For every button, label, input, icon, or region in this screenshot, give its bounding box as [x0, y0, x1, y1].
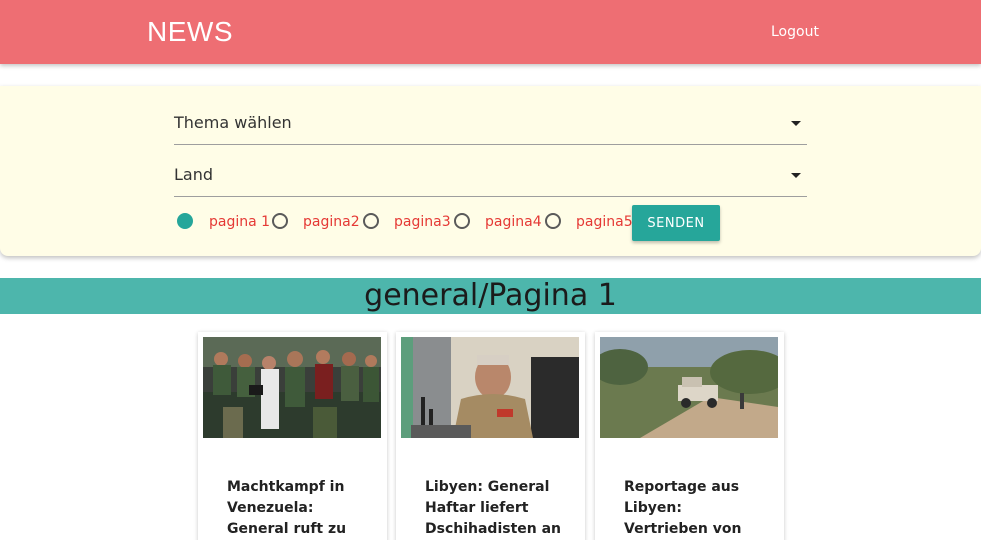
country-select-value: Land [174, 165, 214, 184]
page-radio-4[interactable] [454, 213, 470, 229]
article-image-3[interactable] [600, 337, 778, 438]
country-select[interactable]: Land [174, 157, 807, 197]
article-photo-venezuela [203, 337, 381, 438]
topic-select-value: Thema wählen [174, 113, 292, 132]
section-bar: general/Pagina 1 [0, 278, 981, 314]
page-radio-label-3[interactable]: pagina3 [394, 213, 451, 231]
article-photo-libya-desert [600, 337, 778, 438]
article-card-1[interactable]: Machtkampf in Venezuela: General ruft zu… [198, 332, 387, 540]
article-card-3[interactable]: Reportage aus Libyen: Vertrieben von Gen… [595, 332, 784, 540]
navbar: NEWS Logout [0, 0, 981, 64]
article-title-2[interactable]: Libyen: General Haftar liefert Dschihadi… [425, 477, 565, 540]
page-radio-5[interactable] [545, 213, 561, 229]
page-radio-label-2[interactable]: pagina2 [303, 213, 360, 231]
caret-down-icon [791, 173, 801, 178]
article-image-1[interactable] [203, 337, 381, 438]
page-radio-3[interactable] [363, 213, 379, 229]
section-title: general/Pagina 1 [364, 278, 617, 313]
page-radio-label-5[interactable]: pagina5 [576, 213, 633, 231]
topic-select[interactable]: Thema wählen [174, 105, 807, 145]
caret-down-icon [791, 121, 801, 126]
logout-link[interactable]: Logout [771, 24, 819, 40]
page-radio-1[interactable] [177, 213, 193, 229]
article-photo-haftar [401, 337, 579, 438]
page-radio-label-1[interactable]: pagina 1 [209, 213, 270, 231]
article-title-1[interactable]: Machtkampf in Venezuela: General ruft zu… [227, 477, 367, 540]
article-title-3[interactable]: Reportage aus Libyen: Vertrieben von Gen… [624, 477, 764, 540]
brand-logo[interactable]: NEWS [147, 16, 233, 48]
article-image-2[interactable] [401, 337, 579, 438]
article-card-2[interactable]: Libyen: General Haftar liefert Dschihadi… [396, 332, 585, 540]
page-radio-label-4[interactable]: pagina4 [485, 213, 542, 231]
page-radio-2[interactable] [272, 213, 288, 229]
send-button[interactable]: SENDEN [632, 205, 720, 241]
